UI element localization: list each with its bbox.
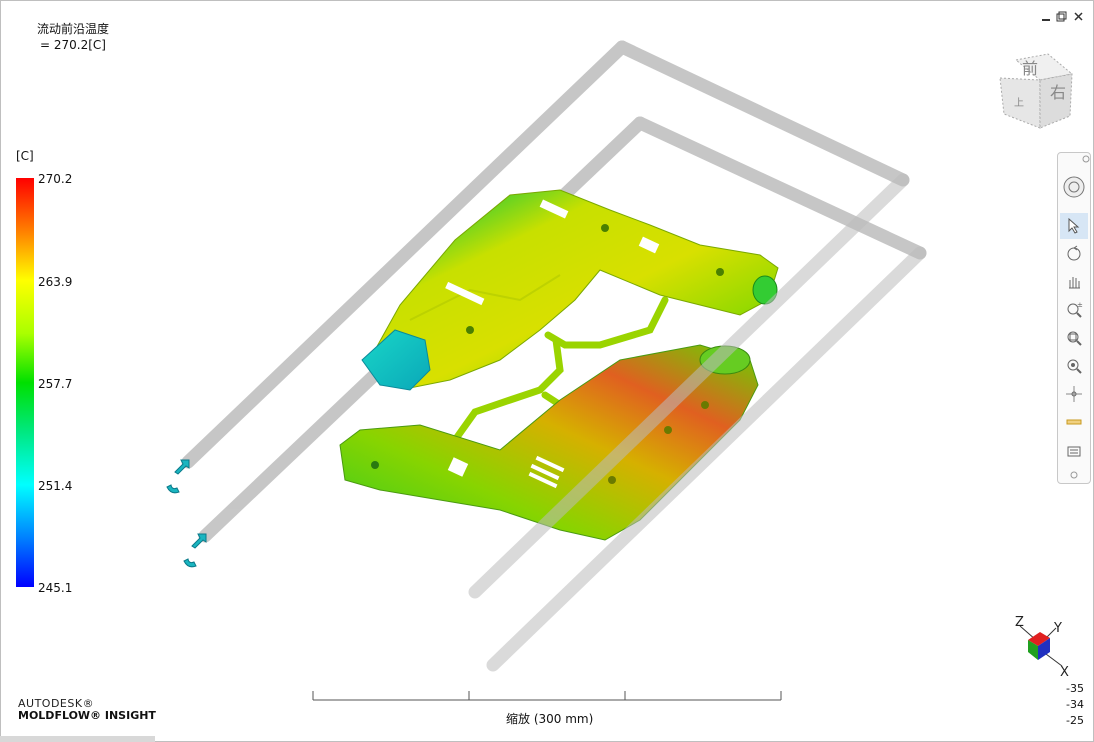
select-icon[interactable] bbox=[1060, 213, 1088, 239]
coordinate-y: -34 bbox=[1066, 698, 1084, 711]
orientation-triad: Z Y X bbox=[1015, 615, 1069, 676]
coordinate-x: -35 bbox=[1066, 682, 1084, 695]
steering-wheel-icon[interactable] bbox=[1060, 169, 1088, 205]
viewcube[interactable]: 前 右 上 bbox=[996, 52, 1076, 132]
legend-label-2: 263.9 bbox=[38, 275, 73, 289]
legend-unit: [C] bbox=[16, 149, 34, 163]
triad-z-label: Z bbox=[1015, 615, 1024, 630]
svg-text:±: ± bbox=[1077, 301, 1083, 309]
measure-icon[interactable] bbox=[1060, 409, 1088, 435]
viewcube-top-label: 前 bbox=[1022, 59, 1038, 78]
scale-label: 缩放 (300 mm) bbox=[506, 712, 594, 726]
legend-label-mid: 257.7 bbox=[38, 377, 73, 391]
legend-label-min: 245.1 bbox=[38, 581, 73, 595]
legend-label-4: 251.4 bbox=[38, 479, 73, 493]
legend-label-max: 270.2 bbox=[38, 172, 73, 186]
viewcube-front-label: 上 bbox=[1014, 97, 1024, 109]
model-scene[interactable] bbox=[0, 0, 1094, 742]
minimize-icon[interactable] bbox=[1042, 19, 1050, 21]
restore-icon[interactable] bbox=[1056, 11, 1067, 22]
window-controls bbox=[1040, 10, 1090, 27]
moldflow-logo: MOLDFLOW® INSIGHT bbox=[18, 709, 156, 722]
coolant-inlet-arrows bbox=[166, 459, 207, 568]
center-icon[interactable] bbox=[1060, 381, 1088, 407]
pan-icon[interactable] bbox=[1060, 269, 1088, 295]
triad-x-label: X bbox=[1060, 665, 1069, 676]
close-icon[interactable] bbox=[1074, 12, 1083, 21]
zoom-icon[interactable]: ± bbox=[1060, 297, 1088, 323]
result-title: 流动前沿温度 bbox=[37, 22, 110, 36]
toolbar-collapse-icon[interactable] bbox=[1082, 155, 1090, 163]
zoom-window-icon[interactable] bbox=[1060, 325, 1088, 351]
result-value: = 270.2[C] bbox=[40, 38, 106, 52]
fit-icon[interactable] bbox=[1060, 353, 1088, 379]
toolbar-expand-icon[interactable] bbox=[1070, 471, 1078, 479]
view-icon[interactable] bbox=[1060, 437, 1088, 463]
viewcube-right-label: 右 bbox=[1050, 83, 1066, 102]
scale-bar bbox=[312, 691, 782, 701]
triad-y-label: Y bbox=[1053, 621, 1062, 636]
navigation-toolbar: ± bbox=[1057, 152, 1091, 484]
coordinate-z: -25 bbox=[1066, 714, 1084, 727]
color-legend-bar bbox=[16, 178, 34, 587]
status-strip bbox=[0, 736, 155, 742]
rotate-icon[interactable] bbox=[1060, 241, 1088, 267]
